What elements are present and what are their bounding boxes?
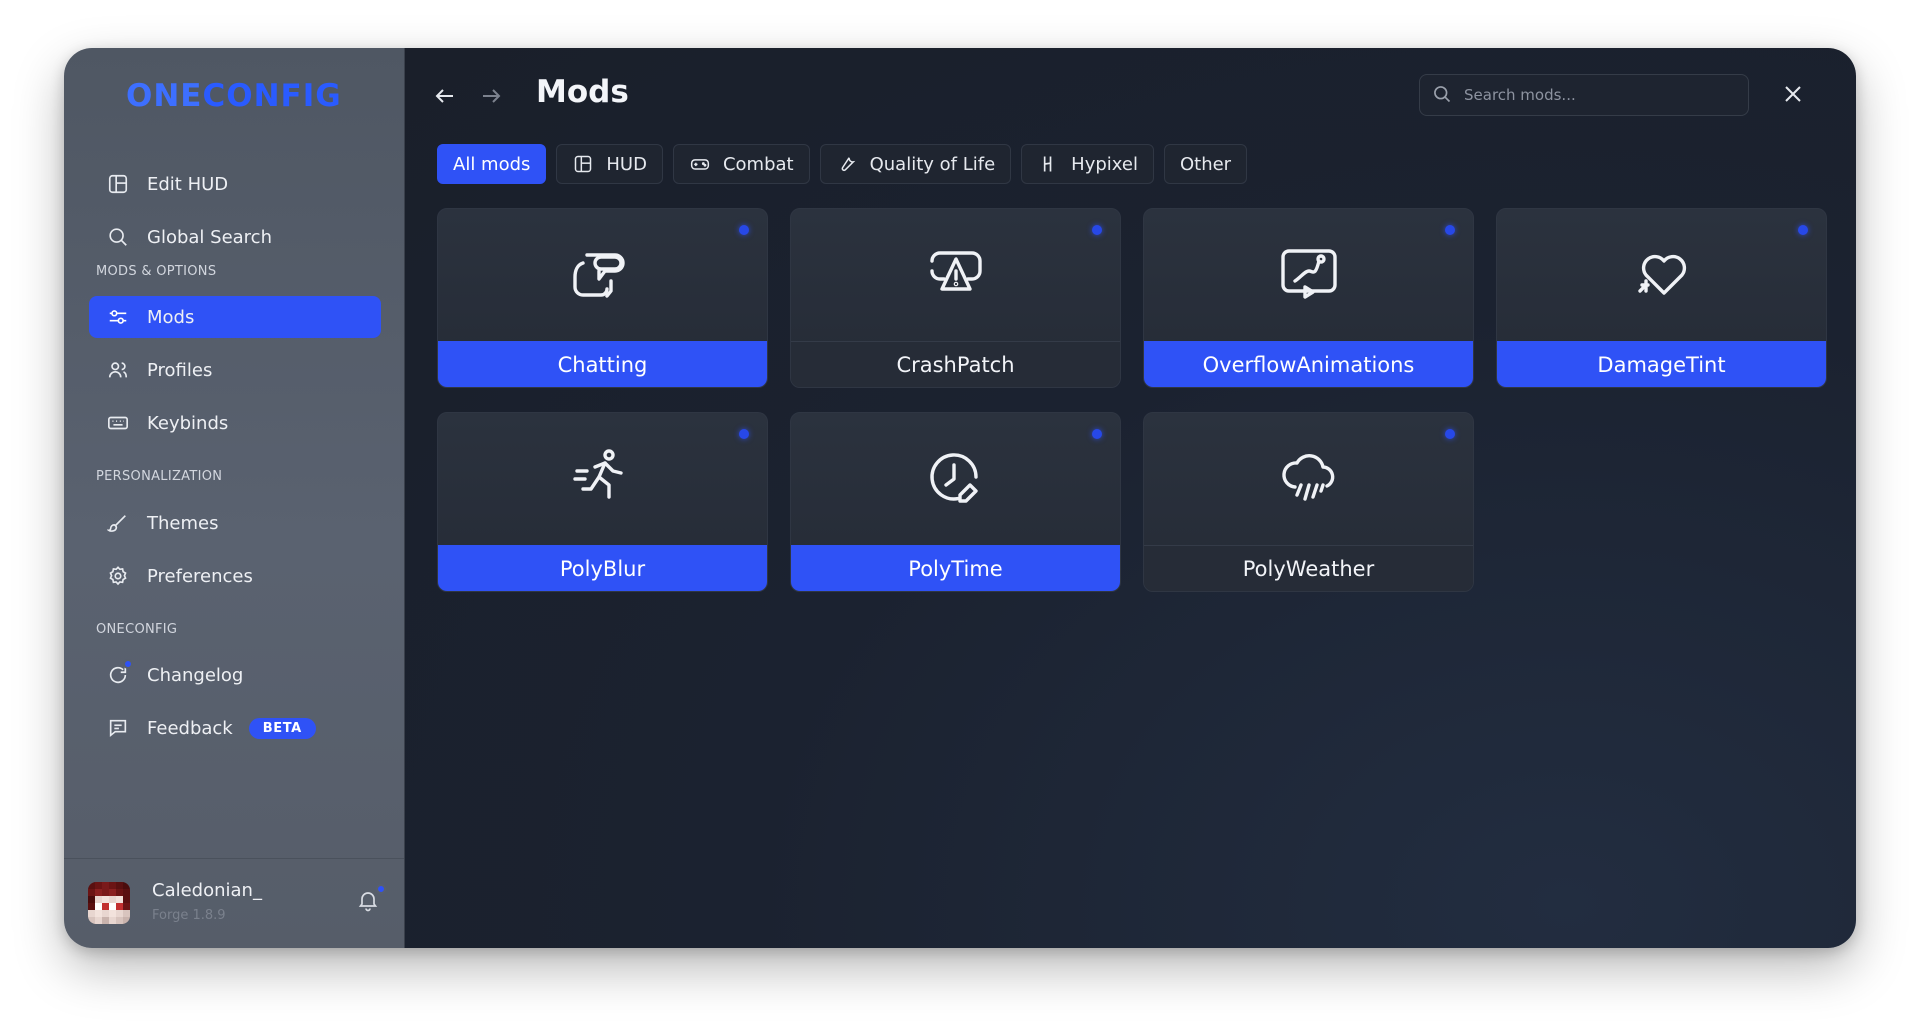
divider [64,858,404,859]
mod-card-chatting[interactable]: Chatting [437,208,768,388]
mod-name: PolyTime [791,545,1120,591]
layout-icon [572,153,594,175]
beta-badge: BETA [248,717,316,739]
mod-name: CrashPatch [791,341,1120,387]
back-arrow-icon[interactable] [433,84,461,112]
crash-icon [918,237,994,313]
card-status-dot [1445,429,1455,439]
logo: ONECONFIG [126,78,342,114]
mod-card-crashpatch[interactable]: CrashPatch [790,208,1121,388]
sidebar-item-mods[interactable]: Mods [89,296,381,338]
card-status-dot [1798,225,1808,235]
hypixel-icon [1037,153,1059,175]
refresh-icon [105,659,133,688]
sidebar-item-label: Mods [147,306,195,328]
search-box[interactable] [1419,74,1749,116]
category-tabs: All mods HUD Combat Quality of Life Hypi… [437,144,1248,184]
sidebar-item-profiles[interactable]: Profiles [89,349,381,391]
sidebar-item-label: Edit HUD [147,173,229,195]
heart-icon [1624,237,1700,313]
sidebar-item-changelog[interactable]: Changelog [89,654,381,696]
mod-card-polytime[interactable]: PolyTime [790,412,1121,592]
avatar[interactable] [88,882,130,924]
sidebar-item-label: Changelog [147,664,244,686]
animation-icon [1271,237,1347,313]
sidebar-item-keybinds[interactable]: Keybinds [89,402,381,444]
search-icon [1432,84,1454,106]
oneconfig-window: ONECONFIG Edit HUD Global Search MODS & … [64,48,1856,948]
sidebar-item-label: Global Search [147,226,272,248]
notification-dot [376,884,386,894]
tab-other[interactable]: Other [1163,144,1248,184]
forward-arrow-icon[interactable] [479,84,507,112]
sidebar-item-label: Themes [147,512,219,534]
section-personalization: PERSONALIZATION [96,469,223,484]
brush-icon [105,510,131,536]
sidebar-item-themes[interactable]: Themes [89,502,381,544]
card-status-dot [1092,429,1102,439]
card-status-dot [1092,225,1102,235]
mod-card-polyblur[interactable]: PolyBlur [437,412,768,592]
sidebar-item-label: Profiles [147,359,213,381]
mod-name: PolyBlur [438,545,767,591]
sidebar-item-edit-hud[interactable]: Edit HUD [89,163,381,205]
tab-quality-of-life[interactable]: Quality of Life [819,144,1012,184]
gamepad-icon [689,153,711,175]
weather-icon [1271,441,1347,517]
card-status-dot [739,225,749,235]
mod-name: Chatting [438,341,767,387]
profile-subtext: Forge 1.8.9 [152,908,226,923]
mod-name: PolyWeather [1144,545,1473,591]
wrench-icon [836,153,858,175]
tab-hud[interactable]: HUD [556,144,663,184]
mod-name: OverflowAnimations [1144,341,1473,387]
close-icon[interactable] [1781,82,1809,110]
sidebar-item-label: Feedback [147,717,233,739]
clock-icon [918,441,994,517]
section-oneconfig: ONECONFIG [96,622,178,637]
sidebar-item-feedback[interactable]: Feedback BETA [89,707,381,749]
section-mods-options: MODS & OPTIONS [96,264,217,279]
card-status-dot [1445,225,1455,235]
sidebar-item-label: Keybinds [147,412,229,434]
mod-name: DamageTint [1497,341,1826,387]
mod-card-damagetint[interactable]: DamageTint [1496,208,1827,388]
username: Caledonian_ [152,880,262,901]
gear-icon [105,563,131,589]
sidebar-item-preferences[interactable]: Preferences [89,555,381,597]
chat-icon [565,237,641,313]
page-title: Mods [536,74,629,110]
mod-card-overflowanimations[interactable]: OverflowAnimations [1143,208,1474,388]
runner-icon [565,441,641,517]
sliders-icon [105,304,131,330]
tab-combat[interactable]: Combat [672,144,810,184]
users-icon [105,357,131,383]
sidebar: ONECONFIG Edit HUD Global Search MODS & … [64,48,405,948]
search-icon [105,224,131,250]
tab-all-mods[interactable]: All mods [437,144,547,184]
message-icon [105,715,131,741]
notification-dot [123,659,133,669]
mod-card-polyweather[interactable]: PolyWeather [1143,412,1474,592]
search-input[interactable] [1464,86,1724,104]
bell-icon[interactable] [356,884,386,916]
layout-icon [105,171,131,197]
sidebar-item-label: Preferences [147,565,253,587]
main-panel: Mods All mods HUD Combat Quality of Life [405,48,1856,948]
keyboard-icon [105,410,131,436]
tab-hypixel[interactable]: Hypixel [1021,144,1154,184]
sidebar-item-global-search[interactable]: Global Search [89,216,381,258]
card-status-dot [739,429,749,439]
